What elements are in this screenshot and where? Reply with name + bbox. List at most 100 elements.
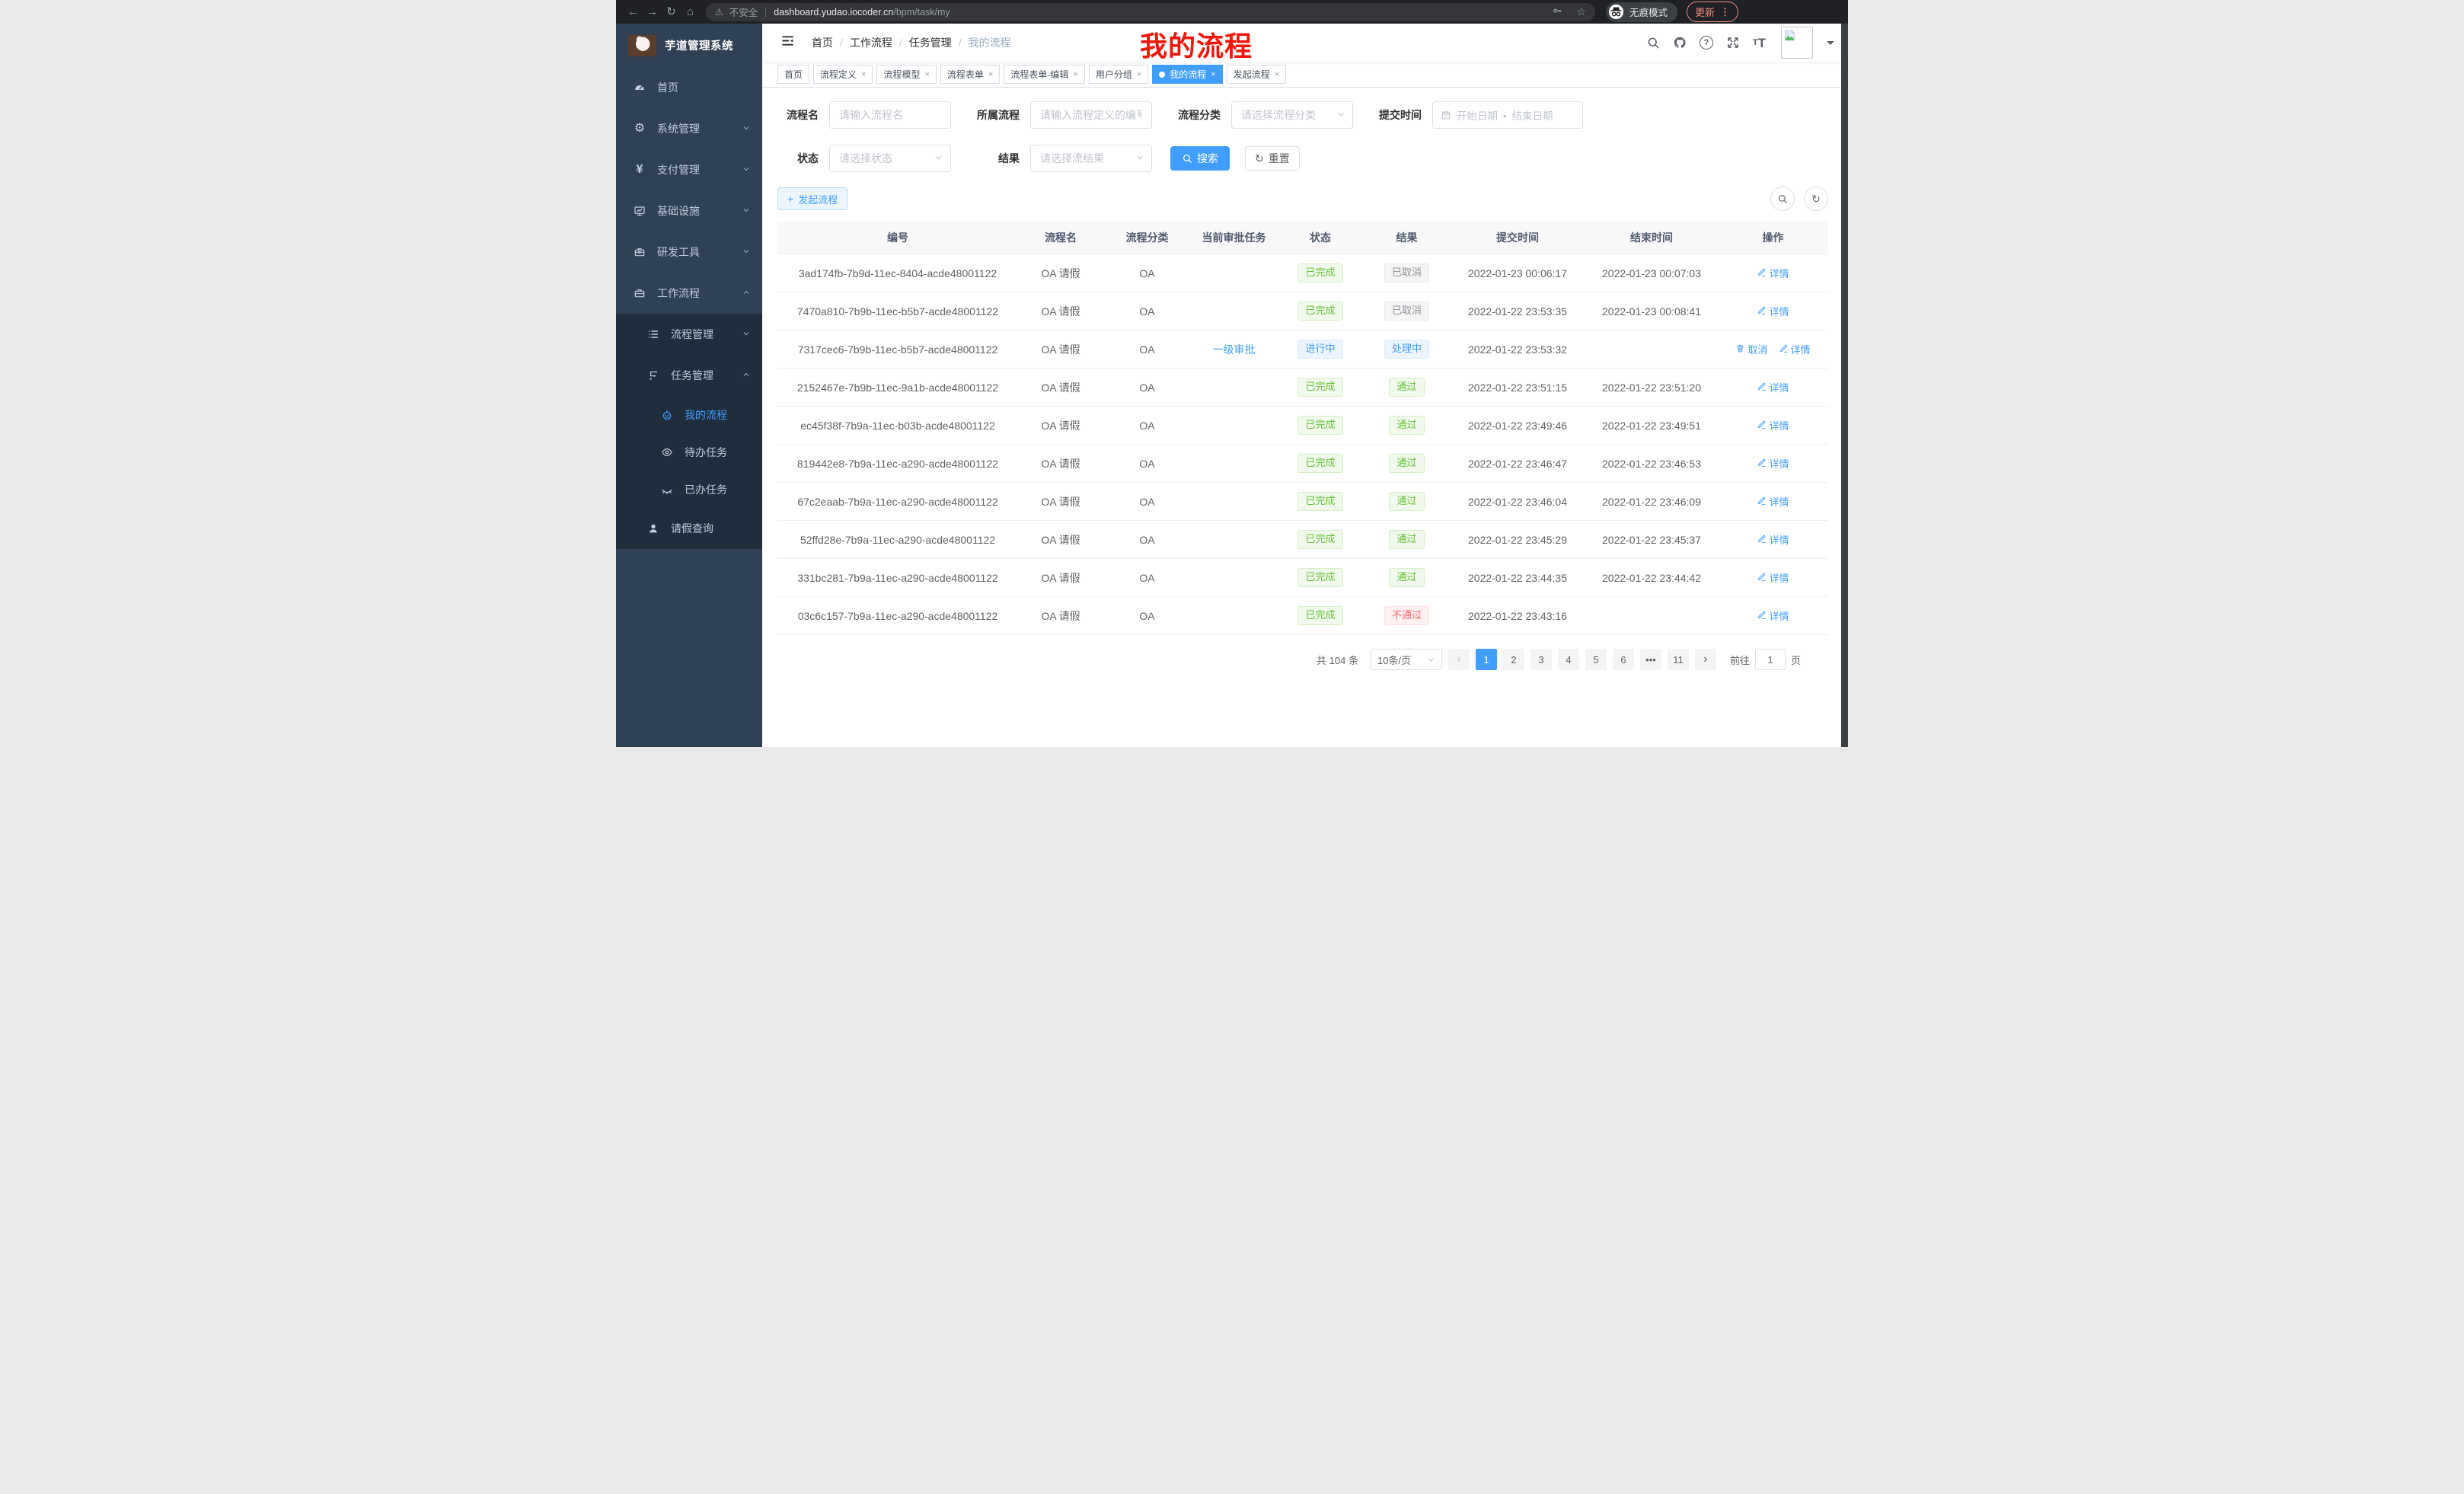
chevron-down-icon[interactable] — [1827, 41, 1834, 49]
page-button-3[interactable]: 3 — [1530, 649, 1552, 670]
breadcrumb-task-management[interactable]: 任务管理 — [909, 35, 952, 50]
sidebar-item-system-management[interactable]: ⚙系统管理 — [616, 108, 762, 149]
tab-process-form-edit[interactable]: 流程表单-编辑× — [1004, 65, 1084, 84]
cancel-link[interactable]: 取消 — [1735, 342, 1767, 356]
browser-menu-icon[interactable]: ⋮ — [1720, 6, 1730, 18]
sidebar-item-my-process[interactable]: 我的流程 — [616, 396, 762, 433]
sidebar-item-leave-query[interactable]: 请假查询 — [616, 508, 762, 549]
tab-start-process[interactable]: 发起流程× — [1227, 65, 1286, 84]
detail-link[interactable]: 详情 — [1757, 418, 1789, 433]
detail-link[interactable]: 详情 — [1757, 304, 1789, 318]
next-page-button[interactable]: › — [1695, 649, 1716, 670]
close-icon[interactable]: × — [924, 70, 929, 79]
status-select[interactable]: 请选择状态 — [829, 145, 951, 172]
process-name-input[interactable] — [829, 101, 951, 129]
page-button-1[interactable]: 1 — [1476, 649, 1497, 670]
cell-category: OA — [1103, 292, 1191, 330]
edit-icon — [1757, 305, 1767, 318]
bookmark-star-icon[interactable]: ☆ — [1576, 5, 1586, 18]
browser-back-icon[interactable]: ← — [624, 2, 643, 21]
browser-home-icon[interactable]: ⌂ — [681, 2, 700, 21]
page-button-11[interactable]: 11 — [1668, 649, 1689, 670]
page-button-2[interactable]: 2 — [1503, 649, 1524, 670]
fullscreen-icon[interactable] — [1726, 36, 1740, 49]
font-size-icon[interactable]: TT — [1753, 37, 1766, 49]
detail-label: 详情 — [1769, 608, 1789, 623]
refresh-button[interactable]: ↻ — [1804, 187, 1828, 211]
status-badge: 已完成 — [1297, 530, 1342, 548]
browser-update-button[interactable]: 更新 ⋮ — [1687, 2, 1738, 22]
result-badge: 通过 — [1389, 568, 1424, 586]
address-bar[interactable]: ⚠ 不安全 dashboard.yudao.iocoder.cn/bpm/tas… — [706, 3, 1595, 21]
current-task-link[interactable]: 一级审批 — [1213, 343, 1256, 356]
close-icon[interactable]: × — [1211, 70, 1215, 79]
process-category-select[interactable]: 请选择流程分类 — [1231, 101, 1353, 129]
tab-user-group[interactable]: 用户分组× — [1089, 65, 1148, 84]
search-icon[interactable] — [1646, 36, 1660, 49]
detail-link[interactable]: 详情 — [1757, 456, 1789, 471]
page-button-4[interactable]: 4 — [1558, 649, 1579, 670]
page-size-select[interactable]: 10条/页 — [1371, 649, 1442, 670]
sidebar-item-todo-tasks[interactable]: 待办任务 — [616, 433, 762, 471]
close-icon[interactable]: × — [1137, 70, 1141, 79]
detail-link[interactable]: 详情 — [1757, 494, 1789, 509]
result-select[interactable]: 请选择流结果 — [1030, 145, 1152, 172]
detail-link[interactable]: 详情 — [1757, 380, 1789, 394]
detail-link[interactable]: 详情 — [1757, 608, 1789, 623]
detail-link[interactable]: 详情 — [1757, 532, 1789, 547]
sidebar-item-payment-management[interactable]: ¥支付管理 — [616, 149, 762, 190]
more-pages-button[interactable]: ••• — [1640, 649, 1661, 670]
github-icon[interactable] — [1673, 36, 1687, 49]
sidebar-item-workflow[interactable]: 工作流程 — [616, 273, 762, 314]
tab-home[interactable]: 首页 — [777, 65, 809, 84]
tab-process-definition[interactable]: 流程定义× — [813, 65, 873, 84]
close-icon[interactable]: × — [1073, 70, 1077, 79]
reset-button[interactable]: ↻ 重置 — [1245, 146, 1300, 171]
detail-link[interactable]: 详情 — [1757, 570, 1789, 585]
breadcrumb-separator: / — [959, 37, 962, 49]
goto-page-input[interactable] — [1755, 649, 1786, 670]
page-button-6[interactable]: 6 — [1613, 649, 1634, 670]
browser-reload-icon[interactable]: ↻ — [662, 2, 681, 21]
password-key-icon[interactable] — [1552, 5, 1562, 18]
cell-result: 通过 — [1364, 369, 1450, 407]
detail-link[interactable]: 详情 — [1757, 266, 1789, 280]
sidebar-item-done-tasks[interactable]: 已办任务 — [616, 471, 762, 508]
update-label: 更新 — [1695, 5, 1715, 19]
search-icon — [1777, 193, 1788, 204]
prev-page-button[interactable]: ‹ — [1448, 649, 1470, 670]
page-button-5[interactable]: 5 — [1585, 649, 1607, 670]
avatar[interactable] — [1781, 27, 1813, 59]
sidebar-item-home[interactable]: 首页 — [616, 67, 762, 108]
cell-actions: 详情 — [1718, 597, 1828, 635]
os-scrollbar[interactable] — [1841, 24, 1848, 747]
sidebar-item-label: 系统管理 — [657, 121, 700, 136]
tab-my-process[interactable]: 我的流程× — [1152, 65, 1222, 84]
process-definition-input[interactable] — [1030, 101, 1152, 129]
browser-forward-icon[interactable]: → — [643, 2, 662, 21]
sidebar-collapse-icon[interactable] — [780, 34, 795, 52]
close-icon[interactable]: × — [861, 70, 866, 79]
tab-process-form[interactable]: 流程表单× — [940, 65, 1000, 84]
close-icon[interactable]: × — [988, 70, 993, 79]
sidebar-item-task-management[interactable]: 任务管理 — [616, 355, 762, 396]
reset-button-label: 重置 — [1269, 151, 1290, 166]
breadcrumb-workflow[interactable]: 工作流程 — [850, 35, 892, 50]
edit-icon — [1779, 343, 1789, 356]
detail-link[interactable]: 详情 — [1779, 342, 1811, 356]
start-process-button[interactable]: + 发起流程 — [777, 187, 847, 210]
sidebar-item-process-management[interactable]: 流程管理 — [616, 314, 762, 355]
sidebar-item-dev-tools[interactable]: 研发工具 — [616, 231, 762, 273]
detail-label: 详情 — [1769, 418, 1789, 433]
pagination-total: 共 104 条 — [1317, 653, 1358, 667]
edit-icon — [1757, 420, 1767, 432]
help-icon[interactable]: ? — [1700, 36, 1713, 49]
breadcrumb-home[interactable]: 首页 — [812, 35, 833, 50]
submit-time-range-picker[interactable]: 开始日期 - 结束日期 — [1432, 101, 1583, 129]
sidebar-item-infrastructure[interactable]: 基础设施 — [616, 190, 762, 231]
tab-process-model[interactable]: 流程模型× — [876, 65, 936, 84]
close-icon[interactable]: × — [1275, 70, 1279, 79]
cell-current-task — [1191, 559, 1277, 597]
show-search-button[interactable] — [1770, 187, 1795, 211]
search-button[interactable]: 搜索 — [1170, 146, 1230, 171]
